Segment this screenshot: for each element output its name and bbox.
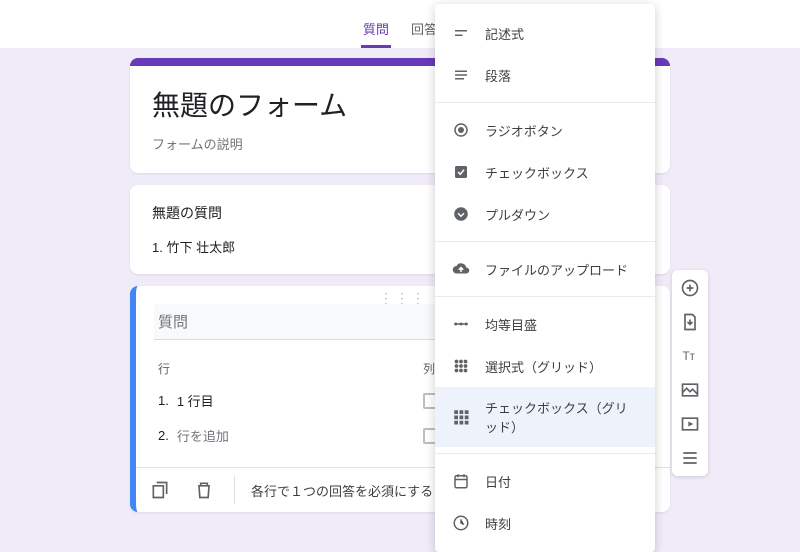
radio-icon <box>451 120 471 140</box>
checkbox-checked-icon <box>451 162 471 182</box>
import-icon[interactable] <box>678 310 702 334</box>
paragraph-icon <box>451 65 471 85</box>
scale-icon <box>451 314 471 334</box>
pulldown-icon <box>451 204 471 224</box>
type-short-answer[interactable]: 記述式 <box>435 12 655 54</box>
duplicate-icon[interactable] <box>146 476 174 504</box>
type-file-upload[interactable]: ファイルのアップロード <box>435 248 655 290</box>
add-title-icon[interactable]: Tт <box>678 344 702 368</box>
type-time[interactable]: 時刻 <box>435 502 655 544</box>
required-label: 各行で１つの回答を必須にする <box>251 481 433 500</box>
type-linear-scale[interactable]: 均等目盛 <box>435 303 655 345</box>
type-grid-radio[interactable]: 選択式（グリッド） <box>435 345 655 387</box>
short-answer-icon <box>451 23 471 43</box>
add-row-button[interactable]: 2.行を追加 <box>158 426 383 445</box>
grid-radio-icon <box>451 356 471 376</box>
add-image-icon[interactable] <box>678 378 702 402</box>
rows-column: 行 1.1 行目 2.行を追加 <box>158 360 383 461</box>
calendar-icon <box>451 471 471 491</box>
tab-questions[interactable]: 質問 <box>361 19 391 48</box>
grid-checkbox-icon <box>451 407 471 427</box>
cloud-upload-icon <box>451 259 471 279</box>
side-toolbar: Tт <box>672 270 708 476</box>
type-radio[interactable]: ラジオボタン <box>435 109 655 151</box>
type-grid-checkbox[interactable]: チェックボックス（グリッド） <box>435 387 655 447</box>
type-date[interactable]: 日付 <box>435 460 655 502</box>
delete-icon[interactable] <box>190 476 218 504</box>
type-dropdown[interactable]: プルダウン <box>435 193 655 235</box>
grid-row-item[interactable]: 1.1 行目 <box>158 391 383 410</box>
type-paragraph[interactable]: 段落 <box>435 54 655 96</box>
question-type-dropdown: 記述式 段落 ラジオボタン チェックボックス プルダウン ファイルのアップロード… <box>435 4 655 552</box>
add-section-icon[interactable] <box>678 446 702 470</box>
type-checkbox[interactable]: チェックボックス <box>435 151 655 193</box>
add-question-icon[interactable] <box>678 276 702 300</box>
top-tabs: 質問 回答 <box>0 0 800 48</box>
clock-icon <box>451 513 471 533</box>
svg-text:Tт: Tт <box>683 350 696 363</box>
add-video-icon[interactable] <box>678 412 702 436</box>
rows-header: 行 <box>158 360 383 377</box>
